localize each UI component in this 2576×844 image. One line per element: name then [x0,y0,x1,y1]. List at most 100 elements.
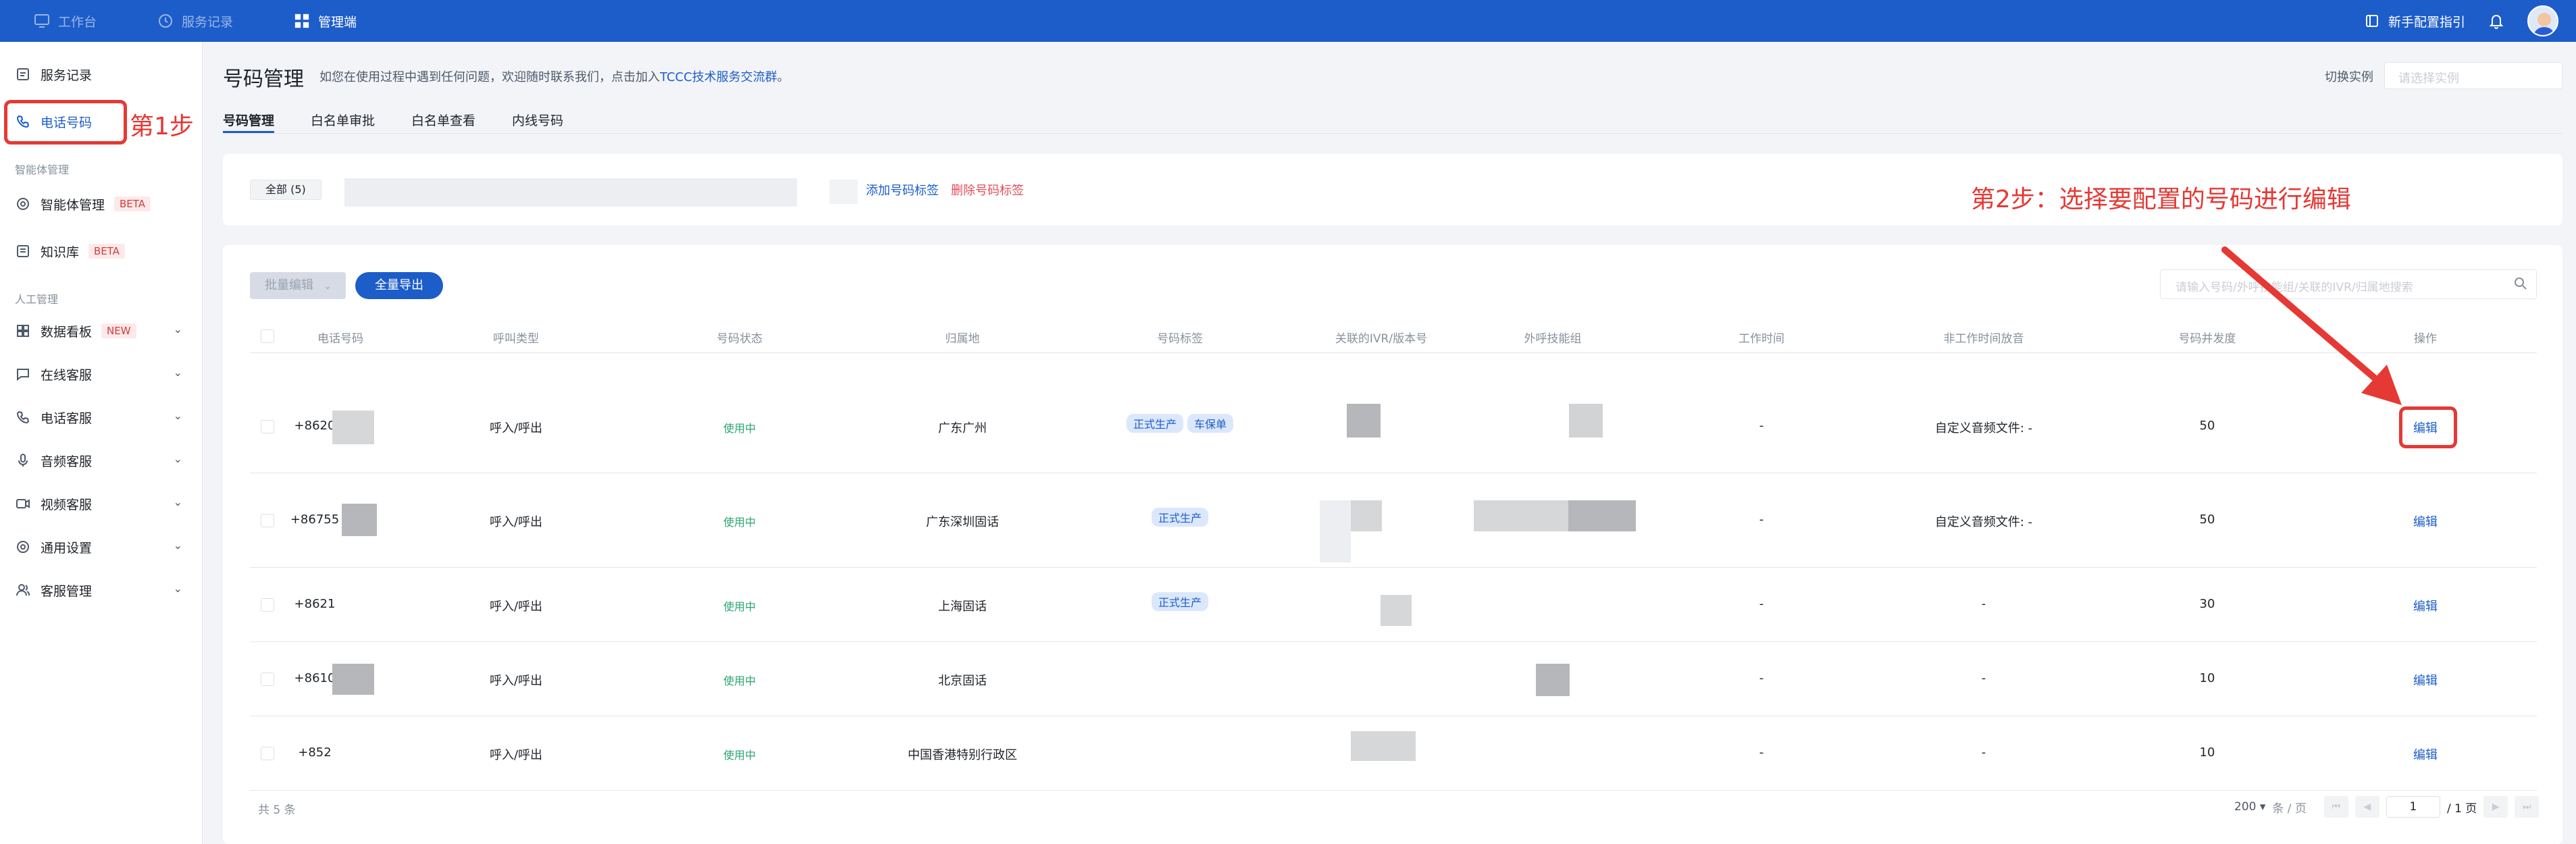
redacted-phone [342,504,377,536]
user-avatar[interactable] [2527,5,2558,36]
sidebar-item-label: 视频客服 [41,497,93,512]
chevron-down-icon: ⌄ [173,409,182,422]
add-number-tag-button[interactable]: 添加号码标签 [866,181,939,199]
instance-select[interactable]: 请选择实例 [2384,62,2562,89]
sidebar-item-label: 电话客服 [41,411,93,426]
sidebar-item-label: 数据看板 [41,324,93,340]
sidebar-item-general-settings[interactable]: 通用设置 ⌄ [0,530,203,564]
chevron-down-icon: ⌄ [173,366,182,379]
description-text: 如您在使用过程中遇到任何问题，欢迎随时联系我们，点击加入 [319,70,660,84]
prev-page-icon[interactable]: ◀ [2354,796,2379,818]
chevron-down-icon: ⌄ [324,282,332,292]
phone-number: +852 [298,745,332,760]
page-input[interactable]: 1 [2386,796,2440,818]
number-status: 使用中 [723,516,756,529]
last-page-icon[interactable]: ⏭ [2515,796,2540,818]
redacted-phone [332,664,374,695]
sidebar-item-label: 在线客服 [41,367,93,383]
edit-button[interactable]: 编辑 [2413,512,2438,530]
row-checkbox[interactable] [261,672,274,686]
page-title: 号码管理 [223,68,304,91]
topnav-admin[interactable]: 管理端 [263,0,387,42]
row-checkbox[interactable] [261,420,274,433]
redacted-tags [344,178,797,207]
concurrency: 50 [2199,512,2215,527]
phone-number: +8610 [294,671,336,685]
tab-whitelist-approval[interactable]: 白名单审批 [311,103,375,134]
export-all-button[interactable]: 全量导出 [355,272,443,299]
sidebar-item-online-service[interactable]: 在线客服 ⌄ [0,357,203,391]
page-size-select[interactable]: 200 ▾ [2234,800,2265,814]
table-row: +86755 呼入/呼出 使用中 广东深圳固话 正式生产 - 自定义音频文件: … [250,473,2537,568]
edit-button[interactable]: 编辑 [2413,671,2438,689]
select-all-checkbox[interactable] [261,329,274,343]
batch-edit-label: 批量编辑 [265,278,313,292]
community-link[interactable]: TCCC技术服务交流群 [660,70,777,84]
region: 北京固话 [938,674,987,688]
total-count: 共 5 条 [258,803,296,817]
edit-button[interactable]: 编辑 [2413,597,2438,614]
call-type: 呼入/呼出 [489,421,543,436]
batch-edit-button[interactable]: 批量编辑 ⌄ [250,272,346,299]
sidebar-item-audio-service[interactable]: 音频客服 ⌄ [0,444,203,477]
row-checkbox[interactable] [261,598,274,612]
call-type: 呼入/呼出 [489,674,543,688]
search-input[interactable]: 请输入号码/外呼技能组/关联的IVR/归属地搜索 [2160,269,2537,299]
gear-icon [15,196,31,212]
topnav-label: 管理端 [318,14,357,30]
sidebar-item-knowledge-base[interactable]: 知识库 BETA [0,234,203,268]
next-page-icon[interactable]: ▶ [2483,796,2508,818]
redacted-ivr [1351,731,1416,761]
step1-highlight-box [4,100,127,144]
chevron-down-icon: ⌄ [173,323,182,336]
sidebar-item-video-service[interactable]: 视频客服 ⌄ [0,487,203,521]
table-row: +8620 呼入/呼出 使用中 广东广州 正式生产 车保单 - 自定义音频文件: … [250,380,2537,473]
tag-filter-more[interactable] [829,180,858,204]
row-checkbox[interactable] [261,747,274,760]
grid-icon [294,13,310,29]
chevron-down-icon: ⌄ [173,496,182,508]
tab-internal-numbers[interactable]: 内线号码 [512,103,563,134]
sidebar-item-agent-management[interactable]: 智能体管理 BETA [0,187,203,221]
sidebar-item-phone-service[interactable]: 电话客服 ⌄ [0,400,203,434]
table-row: +8610 呼入/呼出 使用中 北京固话 - - 10 编辑 [250,642,2537,716]
tabs-divider [223,133,2562,134]
bell-icon[interactable] [2488,13,2504,29]
column-header: 号码并发度 [2178,332,2236,346]
tab-number-management[interactable]: 号码管理 [223,103,275,134]
sidebar-item-service-records[interactable]: 服务记录 [0,57,203,91]
first-page-icon[interactable]: ⏮ [2323,796,2348,818]
top-nav: 工作台 服务记录 管理端 [0,0,387,42]
monitor-icon [34,13,50,29]
concurrency: 10 [2199,671,2215,685]
number-status: 使用中 [723,422,756,435]
tab-whitelist-view[interactable]: 白名单查看 [411,103,475,134]
gear-icon [15,539,31,555]
topnav-workbench[interactable]: 工作台 [0,0,127,42]
sidebar-group-ai: 智能体管理 [15,163,70,176]
clock-icon [157,13,174,29]
column-header: 号码标签 [1157,332,1203,346]
tag-filter-all[interactable]: 全部 (5) [250,180,321,200]
number-tag: 正式生产 [1151,592,1209,611]
phone-number: +8621 [294,597,336,611]
phone-number: +86755 [290,512,340,527]
book-icon [2364,13,2380,29]
call-type: 呼入/呼出 [489,600,543,614]
onboarding-guide-link[interactable]: 新手配置指引 [2364,12,2465,30]
column-header: 号码状态 [717,332,763,346]
chevron-down-icon: ⌄ [173,539,182,552]
phone-icon [15,409,31,425]
sidebar-item-dashboard[interactable]: 数据看板 NEW ⌄ [0,314,203,348]
topnav-label: 工作台 [58,14,97,30]
sidebar-item-agent-staff[interactable]: 客服管理 ⌄ [0,573,203,607]
description-end: 。 [777,70,790,84]
region: 广东广州 [938,421,987,436]
concurrency: 30 [2199,597,2215,611]
step2-highlight-box [2399,406,2457,448]
row-checkbox[interactable] [261,514,274,527]
delete-number-tag-button[interactable]: 删除号码标签 [951,181,1024,199]
new-badge: NEW [101,323,136,338]
topnav-service-records[interactable]: 服务记录 [127,0,263,42]
edit-button[interactable]: 编辑 [2413,745,2438,763]
